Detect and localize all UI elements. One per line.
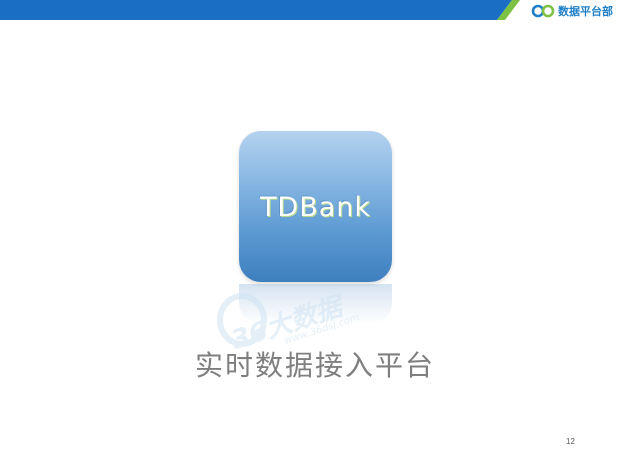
- slide-subtitle: 实时数据接入平台: [194, 349, 435, 382]
- app-icon: TDBank: [239, 131, 392, 282]
- app-icon-reflection: [239, 284, 392, 324]
- page-number: 12: [566, 437, 575, 446]
- app-icon-label: TDBank: [259, 192, 372, 223]
- brand-name: 数据平台部: [558, 5, 613, 18]
- infinity-loop-logo-icon: [531, 4, 555, 18]
- brand: 数据平台部: [531, 2, 613, 20]
